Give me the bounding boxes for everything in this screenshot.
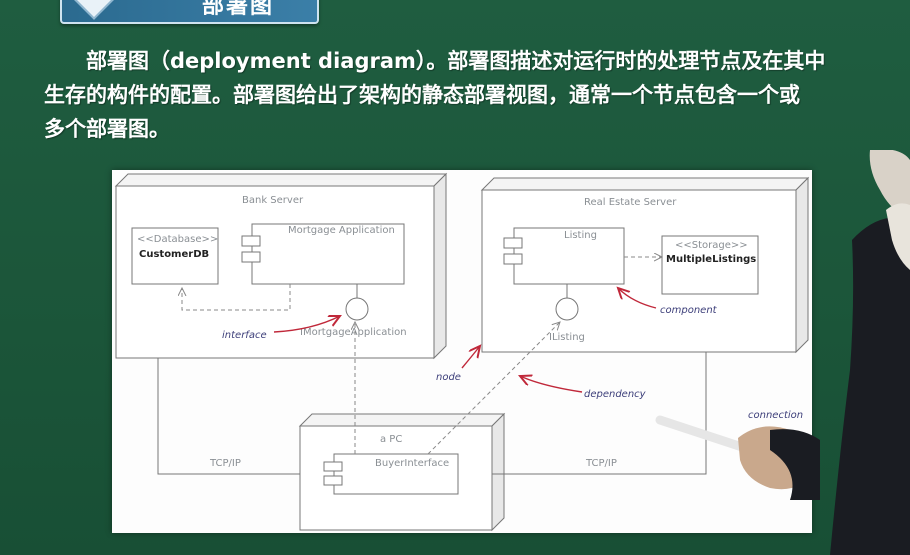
annotation-component: component xyxy=(660,305,718,316)
tcpip-left-label: TCP/IP xyxy=(209,458,241,469)
slide-title-tab: 部署图 xyxy=(60,0,319,24)
presenter-figure xyxy=(830,150,910,555)
pc-label: a PC xyxy=(380,434,402,445)
storage-stereotype: <<Storage>> xyxy=(675,240,748,251)
slide-title: 部署图 xyxy=(202,0,275,19)
presenter-hand xyxy=(655,415,820,500)
listing-interface-label: IListing xyxy=(549,332,585,343)
mortgage-application-label: Mortgage Application xyxy=(288,225,395,236)
diamond-icon xyxy=(74,0,114,20)
database-name: CustomerDB xyxy=(139,249,209,260)
annotation-dependency: dependency xyxy=(584,389,647,400)
description-paragraph: 部署图（deployment diagram）。部署图描述对运行时的处理节点及在… xyxy=(44,44,894,146)
database-stereotype: <<Database>> xyxy=(137,234,218,245)
paragraph-line-1: 部署图（deployment diagram）。部署图描述对运行时的处理节点及在… xyxy=(86,49,826,73)
annotation-node: node xyxy=(436,372,461,383)
listing-label: Listing xyxy=(564,230,597,241)
buyer-interface-label: BuyerInterface xyxy=(375,458,449,469)
tcpip-right-label: TCP/IP xyxy=(585,458,617,469)
storage-name: MultipleListings xyxy=(666,254,756,265)
bank-server-label: Bank Server xyxy=(242,195,304,206)
listing-interface-circle-icon xyxy=(555,297,579,321)
real-estate-server-label: Real Estate Server xyxy=(584,197,677,208)
paragraph-line-2: 生存的构件的配置。部署图给出了架构的静态部署视图，通常一个节点包含一个或 xyxy=(44,83,800,107)
annotation-interface: interface xyxy=(222,330,267,341)
interface-circle-icon xyxy=(345,297,369,321)
paragraph-line-3: 多个部署图。 xyxy=(44,117,170,141)
mortgage-interface-label: IMortgageApplication xyxy=(300,327,407,338)
